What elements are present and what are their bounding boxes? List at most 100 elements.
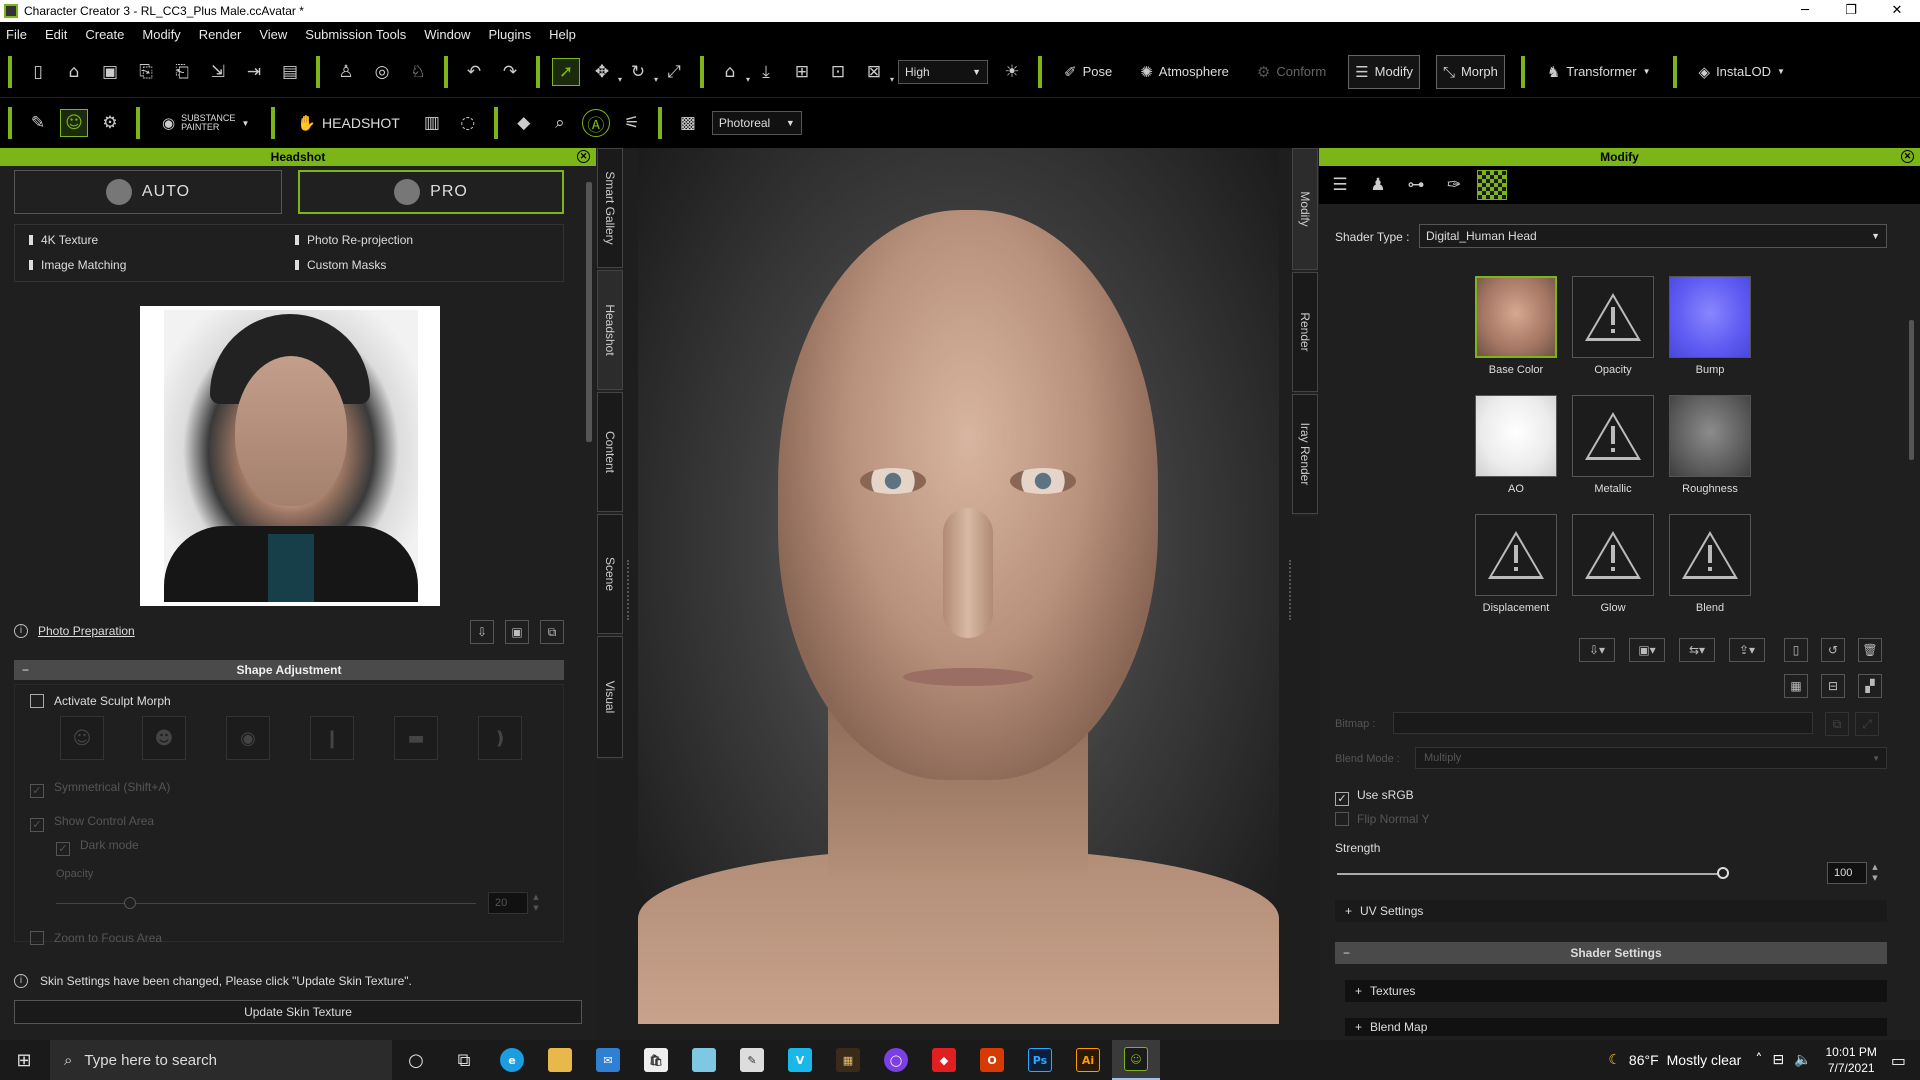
mail-icon[interactable]: ✉: [584, 1040, 632, 1080]
minimize-button[interactable]: ─: [1782, 0, 1828, 22]
clock[interactable]: 10:01 PM 7/7/2021: [1826, 1044, 1877, 1076]
checker-view-icon[interactable]: ▞: [1858, 674, 1882, 698]
bitmap-browse-icon[interactable]: ⧉: [1825, 712, 1849, 736]
menu-create[interactable]: Create: [85, 27, 124, 42]
save-texture-icon[interactable]: ▣▾: [1629, 638, 1665, 662]
open-folder-icon[interactable]: ⌂: [60, 58, 88, 86]
frame-selected-icon[interactable]: ⊡: [824, 58, 852, 86]
tab-headshot[interactable]: Headshot: [597, 270, 623, 390]
texture-glow[interactable]: [1572, 514, 1654, 596]
export-usd-icon[interactable]: ⇲: [204, 58, 232, 86]
symmetrical-row[interactable]: ✓ Symmetrical (Shift+A): [30, 780, 170, 798]
use-srgb-row[interactable]: ✓ Use sRGB: [1335, 788, 1414, 806]
red-app-icon[interactable]: ◆: [920, 1040, 968, 1080]
file-explorer-icon[interactable]: [536, 1040, 584, 1080]
texture-roughness[interactable]: [1669, 395, 1751, 477]
tab-modify[interactable]: Modify: [1292, 148, 1318, 270]
instalod-button[interactable]: ◈ InstaLOD ▼: [1693, 55, 1791, 89]
import-photo-icon[interactable]: ⇩: [470, 620, 494, 644]
load-texture-icon[interactable]: ⇩▾: [1579, 638, 1615, 662]
uv-settings-header[interactable]: + UV Settings: [1335, 900, 1887, 922]
activate-sculpt-row[interactable]: Activate Sculpt Morph: [30, 694, 171, 708]
opacity-spinner[interactable]: ▲ ▼: [530, 892, 542, 914]
new-texture-icon[interactable]: ▯: [1784, 638, 1808, 662]
panel-close-icon[interactable]: ✕: [577, 150, 590, 163]
store-icon[interactable]: 🛍: [632, 1040, 680, 1080]
menu-modify[interactable]: Modify: [142, 27, 180, 42]
frame-number-icon[interactable]: ▩: [674, 109, 702, 137]
morph-button[interactable]: ⤡ Morph: [1435, 54, 1505, 89]
character-creator-taskbar-icon[interactable]: ☺: [1112, 1040, 1160, 1080]
menu-render[interactable]: Render: [199, 27, 242, 42]
tab-smart-gallery[interactable]: Smart Gallery: [597, 148, 623, 268]
export-texture-icon[interactable]: ⇪▾: [1729, 638, 1765, 662]
search-zoom-icon[interactable]: ⌕: [546, 109, 574, 137]
circle-app-icon[interactable]: ◯: [872, 1040, 920, 1080]
motion-icon[interactable]: ♘: [404, 58, 432, 86]
maximize-button[interactable]: ❐: [1828, 0, 1874, 22]
texture-blend[interactable]: [1669, 514, 1751, 596]
atmosphere-button[interactable]: ✺ Atmosphere: [1134, 55, 1235, 89]
shape-adjustment-header[interactable]: − Shape Adjustment: [14, 660, 564, 680]
symmetrical-checkbox[interactable]: ✓: [30, 784, 44, 798]
cube-icon[interactable]: ◆: [510, 109, 538, 137]
show-control-row[interactable]: ✓ Show Control Area: [30, 814, 154, 832]
home-camera-icon[interactable]: ⌂ ▾: [716, 58, 750, 86]
crop-photo-icon[interactable]: ⧉: [540, 620, 564, 644]
film-app-icon[interactable]: ▦: [824, 1040, 872, 1080]
strength-slider-track[interactable]: [1337, 873, 1723, 875]
tab-visual[interactable]: Visual: [597, 636, 623, 758]
menu-file[interactable]: File: [6, 27, 27, 42]
new-file-icon[interactable]: ▯: [24, 58, 52, 86]
export-icon[interactable]: ⇥: [240, 58, 268, 86]
opacity-input[interactable]: 20: [488, 892, 528, 914]
undo-icon[interactable]: ↶: [460, 58, 488, 86]
dark-mode-row[interactable]: ✓ Dark mode: [56, 838, 139, 856]
tab-content[interactable]: Content: [597, 392, 623, 512]
activate-sculpt-checkbox[interactable]: [30, 694, 44, 708]
camera-view-icon[interactable]: ⊠ ▾: [860, 58, 894, 86]
vimeo-app-icon[interactable]: V: [776, 1040, 824, 1080]
pro-mode-button[interactable]: PRO: [298, 170, 564, 214]
illustrator-icon[interactable]: Ai: [1064, 1040, 1112, 1080]
redo-icon[interactable]: ↷: [496, 58, 524, 86]
render-mode-select[interactable]: Photoreal ▼: [711, 111, 802, 135]
right-panel-scrollbar[interactable]: [1909, 320, 1914, 460]
blend-mode-select[interactable]: Multiply ▼: [1415, 747, 1887, 769]
menu-submission-tools[interactable]: Submission Tools: [305, 27, 406, 42]
task-view-icon[interactable]: ⧉: [440, 1040, 488, 1080]
weather-text[interactable]: Mostly clear: [1667, 1052, 1742, 1068]
left-panel-scrollbar[interactable]: [586, 182, 592, 442]
quality-select[interactable]: High ▼: [898, 59, 988, 84]
notes-app-icon[interactable]: [680, 1040, 728, 1080]
menu-view[interactable]: View: [259, 27, 287, 42]
shader-type-select[interactable]: Digital_Human Head ▼: [1419, 224, 1887, 248]
opacity-slider-knob[interactable]: [124, 897, 136, 909]
strength-spinner[interactable]: ▲ ▼: [1869, 862, 1881, 884]
tab-render[interactable]: Render: [1292, 272, 1318, 392]
skin-tool-icon[interactable]: ✎: [24, 109, 52, 137]
edge-browser-icon[interactable]: e: [488, 1040, 536, 1080]
grid-view-icon[interactable]: ▦: [1784, 674, 1808, 698]
move-icon[interactable]: ✥ ▾: [588, 58, 622, 86]
delete-texture-icon[interactable]: 🗑: [1858, 638, 1882, 662]
textures-section-header[interactable]: + Textures: [1345, 980, 1887, 1002]
tab-scene[interactable]: Scene: [597, 514, 623, 634]
dark-mode-checkbox[interactable]: ✓: [56, 842, 70, 856]
office-app-icon[interactable]: O: [968, 1040, 1016, 1080]
mask-icon[interactable]: ▥: [418, 109, 446, 137]
rotate-icon[interactable]: ↻ ▾: [624, 58, 658, 86]
menu-help[interactable]: Help: [549, 27, 576, 42]
auto-mode-button[interactable]: AUTO: [14, 170, 282, 214]
material-checker-icon[interactable]: [1477, 170, 1507, 200]
render-icon[interactable]: ▤: [276, 58, 304, 86]
avatar-circle-icon[interactable]: Ⓐ: [581, 109, 610, 137]
texture-base-color[interactable]: [1475, 276, 1557, 358]
taskbar-search-box[interactable]: ⌕ Type here to search: [50, 1040, 392, 1080]
modify-button[interactable]: ☰ Modify: [1348, 54, 1420, 89]
mesh-tool-icon[interactable]: ⚙: [96, 109, 124, 137]
strength-slider-knob[interactable]: [1717, 867, 1729, 879]
substance-painter-button[interactable]: ◉ SUBSTANCE PAINTER ▼: [156, 106, 255, 140]
notifications-icon[interactable]: ▭: [1891, 1051, 1906, 1070]
bitmap-field[interactable]: [1393, 712, 1813, 734]
